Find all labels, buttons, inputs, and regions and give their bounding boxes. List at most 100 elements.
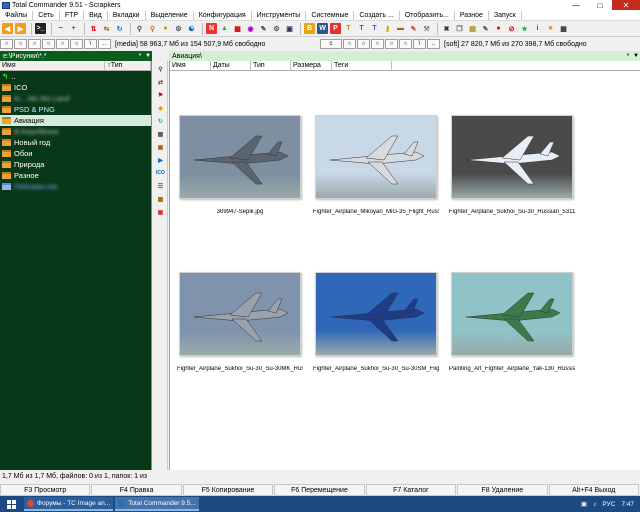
gear-icon[interactable]: ⚙ — [271, 23, 282, 34]
taskbar-item-browser[interactable]: Форумы - TC Image an... — [24, 497, 114, 511]
drive-button[interactable]: ○ — [343, 39, 356, 49]
text-t-blue-icon[interactable]: T — [369, 23, 380, 34]
chart-icon[interactable]: ▦ — [232, 23, 243, 34]
tree-icon[interactable]: ▦ — [155, 194, 166, 204]
drive-button[interactable]: ○ — [385, 39, 398, 49]
refresh-icon[interactable]: ↻ — [155, 116, 166, 126]
no-entry-icon[interactable]: ⊘ — [506, 23, 517, 34]
f5-copy-button[interactable]: F5 Копирование — [182, 484, 274, 496]
ico-icon[interactable]: ICO — [155, 168, 166, 178]
favorites-star-icon[interactable]: * — [624, 53, 632, 60]
f6-move-button[interactable]: F6 Перемещение — [274, 484, 365, 496]
menu-system[interactable]: Системные — [306, 10, 355, 20]
maximize-button[interactable]: □ — [588, 0, 612, 10]
root-button[interactable]: \ — [413, 39, 426, 49]
menu-misc[interactable]: Разное — [455, 10, 489, 20]
column-name[interactable]: Имя — [0, 61, 106, 70]
network-icon[interactable]: ☯ — [186, 23, 197, 34]
file-row[interactable]: N... Mo Mo Land — [0, 93, 151, 104]
right-file-panel[interactable]: Имя Даты Тип Размера Теги 309947-Sepik.j… — [169, 61, 640, 470]
f3-view-button[interactable]: F3 Просмотр — [0, 484, 91, 496]
left-path-bar[interactable]: e:\Рисунки\*.* * ▼ — [0, 51, 152, 61]
drive-button[interactable]: ○ — [14, 39, 27, 49]
column-name[interactable]: Имя — [170, 61, 211, 70]
file-row[interactable]: Обои — [0, 148, 151, 159]
drive-button[interactable]: ○ — [0, 39, 13, 49]
terminal-icon[interactable]: >_ — [35, 23, 46, 34]
thumbnail-item[interactable]: Fighter_Airplane_Sukhoi_Su-30_Su-30MK_Ru… — [177, 272, 303, 372]
thumbnail-item[interactable]: Fighter_Airplane_Sukhoi_Su-30_Su-30SM_Fl… — [313, 272, 439, 372]
record-icon[interactable]: ● — [493, 23, 504, 34]
pdf-icon[interactable]: P — [330, 23, 341, 34]
taskbar-item-total-commander[interactable]: Total Commander 9.5... — [115, 497, 199, 511]
minimize-button[interactable]: — — [564, 0, 588, 10]
media-icon[interactable]: ▶ — [155, 155, 166, 165]
up-button[interactable]: .. — [427, 39, 440, 49]
close-button[interactable]: ✕ — [612, 0, 640, 10]
archive-icon[interactable]: ▣ — [155, 142, 166, 152]
file-row[interactable]: ICO — [0, 82, 151, 93]
edit-icon[interactable]: ✎ — [480, 23, 491, 34]
bookmark-icon[interactable]: ★ — [519, 23, 530, 34]
back-arrow-icon[interactable]: ◀ — [2, 23, 13, 34]
cut-icon[interactable]: ✖ — [441, 23, 452, 34]
menu-tools[interactable]: Инструменты — [252, 10, 307, 20]
grid-icon[interactable]: ▦ — [558, 23, 569, 34]
start-button[interactable] — [0, 496, 22, 512]
key-icon[interactable]: ⚷ — [382, 23, 393, 34]
text-t-purple-icon[interactable]: T — [356, 23, 367, 34]
right-path[interactable]: Авиация\ — [169, 53, 624, 60]
network-tray-icon[interactable]: ▣ — [581, 500, 587, 508]
print-icon[interactable]: ▦ — [155, 129, 166, 139]
sort-icon[interactable]: ⇅ — [88, 23, 99, 34]
drive-button[interactable]: c — [320, 39, 342, 49]
sync-icon[interactable]: ↻ — [114, 23, 125, 34]
menu-network[interactable]: Сеть — [33, 10, 60, 20]
image-icon[interactable]: ▲ — [219, 23, 230, 34]
thumbnail-item[interactable]: 309947-Sepik.jpg — [177, 115, 303, 215]
left-path[interactable]: e:\Рисунки\*.* — [0, 53, 136, 60]
wrench-icon[interactable]: ⚒ — [421, 23, 432, 34]
file-row[interactable]: В.Коробёнка — [0, 126, 151, 137]
left-file-panel[interactable]: Имя ↑Тип ↰.. ICO N... Mo Mo Land PSD & PNG А… — [0, 61, 152, 470]
paste-icon[interactable]: ▤ — [467, 23, 478, 34]
file-row[interactable]: Авиация — [0, 115, 151, 126]
thumbnail-item[interactable]: Fighter_Airplane_Sukhoi_Su-30_Russian_53… — [449, 115, 575, 215]
lock-icon[interactable]: ● — [160, 23, 171, 34]
shield-icon[interactable]: ◈ — [155, 103, 166, 113]
file-row[interactable]: Разное — [0, 170, 151, 181]
f4-edit-button[interactable]: F4 Правка — [91, 484, 182, 496]
menu-ftp[interactable]: FTP — [60, 10, 85, 20]
search-icon[interactable]: ⚲ — [134, 23, 145, 34]
list-icon[interactable]: ☰ — [155, 181, 166, 191]
minus-icon[interactable]: − — [55, 23, 66, 34]
menu-view[interactable]: Вид — [84, 10, 108, 20]
forward-arrow-icon[interactable]: ▶ — [15, 23, 26, 34]
thumbnail-item[interactable]: Fighter_Airplane_Mikoyan_MiG-35_Flight_R… — [313, 115, 439, 215]
menu-create[interactable]: Создать ... — [354, 10, 400, 20]
drive-button[interactable]: ○ — [357, 39, 370, 49]
drive-button[interactable]: ○ — [371, 39, 384, 49]
settings-icon[interactable]: ⚙ — [173, 23, 184, 34]
file-row[interactable]: ↰.. — [0, 71, 151, 82]
history-dropdown-icon[interactable]: ▼ — [632, 53, 640, 59]
column-size[interactable]: Размера — [291, 61, 332, 70]
drive-button[interactable]: ○ — [399, 39, 412, 49]
bold-b-icon[interactable]: B — [304, 23, 315, 34]
file-row[interactable]: Пейзажи.net — [0, 181, 151, 192]
history-dropdown-icon[interactable]: ▼ — [144, 53, 152, 59]
drive-button[interactable]: ○ — [70, 39, 83, 49]
palette-icon[interactable]: ◉ — [245, 23, 256, 34]
menu-launch[interactable]: Запуск — [489, 10, 522, 20]
editor-icon[interactable]: ✎ — [258, 23, 269, 34]
file-row[interactable]: Новый год — [0, 137, 151, 148]
column-type[interactable]: ↑Тип — [105, 61, 151, 70]
file-row[interactable]: Природа — [0, 159, 151, 170]
swap-icon[interactable]: ⇄ — [155, 77, 166, 87]
copy-icon[interactable]: ❐ — [454, 23, 465, 34]
ruler-icon[interactable]: ▬ — [395, 23, 406, 34]
menu-selection[interactable]: Выделение — [146, 10, 194, 20]
search-icon[interactable]: ⚲ — [155, 64, 166, 74]
stack-icon[interactable]: ▣ — [155, 207, 166, 217]
f8-delete-button[interactable]: F8 Удаление — [457, 484, 548, 496]
